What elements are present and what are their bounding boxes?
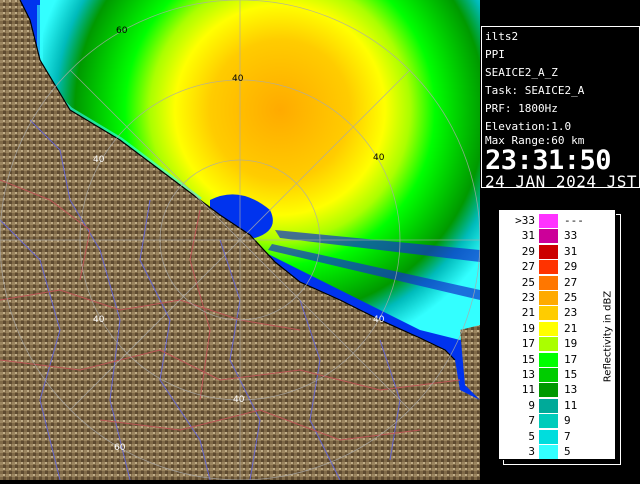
range-label: 60 [116,26,128,36]
legend-swatch [539,214,558,228]
legend-swatch [539,368,558,382]
legend-high-value: 15 [564,368,578,381]
legend-high-value: 13 [564,383,578,397]
legend-high-value: 23 [564,306,578,320]
legend-row: 21 23 [499,305,615,321]
legend-high-value: 27 [564,275,578,289]
legend-row: 15 17 [499,352,615,368]
legend-swatch [539,414,558,429]
legend-swatch [539,429,558,444]
legend-low-value: 31 [521,229,535,243]
range-label: 40 [93,155,105,165]
legend-low-value: 17 [521,337,535,351]
legend-swatch [539,352,558,367]
legend-high-value: 17 [564,352,578,366]
legend-high-value: 5 [564,445,571,458]
legend-high-value: 29 [564,260,578,274]
legend-high-value: 9 [564,414,571,428]
legend-swatch [539,321,558,336]
range-label: 40 [373,315,385,325]
radar-map-svg: 60 40 40 40 40 40 40 60 [0,0,481,481]
legend-low-value: 29 [521,244,535,258]
legend-low-value: 3 [528,445,535,458]
legend-swatch [539,229,558,244]
legend-swatch [539,337,558,352]
info-panel: ilts2 PPI SEAICE2_A_Z Task: SEAICE2_A PR… [481,26,640,191]
range-label: 40 [233,395,245,405]
legend-row: 57 [499,429,615,445]
legend-high-value: 7 [564,429,571,443]
legend-row: 31 33 [499,228,615,244]
range-label: 60 [114,443,126,453]
legend-high-value: 11 [564,398,578,412]
legend-low-value: 9 [528,398,535,412]
range-rings [0,0,481,481]
legend-row: 27 29 [499,259,615,275]
legend-low-value: >33 [515,214,535,227]
legend-row: 23 25 [499,290,615,306]
legend-row: 35 [499,444,615,460]
product-name: SEAICE2_A_Z [485,66,558,79]
legend-high-value: 25 [564,291,578,304]
radar-name: ilts2 [485,30,519,43]
legend-row: 13 15 [499,367,615,383]
reflectivity-legend: >33 --- 31 33 29 31 27 29 25 27 23 25 21 23 19 21 17 19 15… [498,209,616,460]
prf-label: PRF: 1800Hz [485,102,558,115]
legend-title-text: Reflectivity in dBZ [602,290,614,383]
legend-swatch [539,306,558,321]
legend-row: 11 13 [499,382,615,398]
legend-swatch [539,275,558,290]
legend-low-value: 5 [528,429,535,443]
legend-low-value: 15 [521,352,535,366]
range-label: 40 [232,74,244,84]
legend-swatch [539,291,558,305]
product-type: PPI [485,48,505,61]
elevation-label: Elevation:1.0 [485,120,572,133]
legend-high-value: 31 [564,244,578,258]
legend-low-value: 19 [521,321,535,335]
task-label: Task: SEAICE2_A [485,84,585,97]
legend-low-value: 21 [521,306,535,320]
legend-low-value: 7 [528,414,535,428]
legend-low-value: 23 [521,291,535,304]
scan-date: 24 JAN 2024 JST [485,172,637,191]
range-label: 40 [373,153,385,163]
legend-high-value: 33 [564,229,578,243]
radar-ppi-map[interactable]: 60 40 40 40 40 40 40 60 [0,0,481,481]
legend-row: 19 21 [499,321,615,337]
legend-high-value: 21 [564,321,578,335]
legend-swatch [539,398,558,413]
legend-low-value: 25 [521,275,535,289]
legend-low-value: 27 [521,260,535,274]
legend-row: 25 27 [499,275,615,291]
legend-row: 9 11 [499,398,615,414]
legend-swatch [539,244,558,259]
legend-swatch [539,383,558,398]
legend-row: 17 19 [499,336,615,352]
legend-swatch [539,445,558,459]
legend-high-value: 19 [564,337,578,351]
legend-low-value: 11 [521,383,535,397]
range-label: 40 [93,315,105,325]
legend-row: 79 [499,413,615,429]
legend-row: 29 31 [499,244,615,260]
legend-low-value: 13 [521,368,535,381]
legend-row: >33 --- [499,213,615,229]
legend-swatch [539,260,558,275]
legend-high-value: --- [564,214,584,227]
